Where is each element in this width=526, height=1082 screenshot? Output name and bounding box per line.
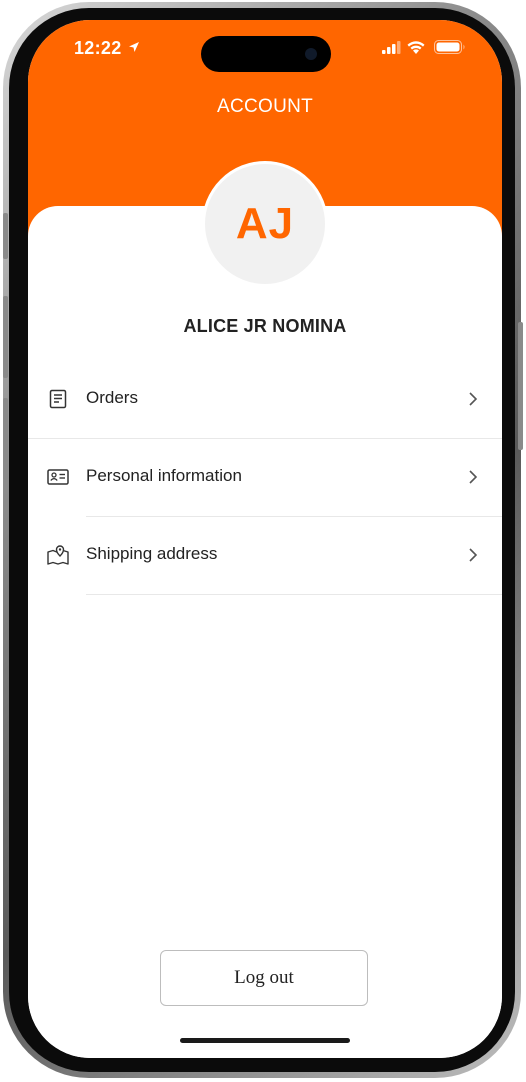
- menu-item-personal-information[interactable]: Personal information: [28, 439, 502, 517]
- menu-item-label: Orders: [86, 388, 138, 407]
- avatar[interactable]: AJ: [202, 161, 328, 287]
- home-indicator[interactable]: [180, 1038, 350, 1043]
- menu-item-label: Shipping address: [86, 544, 218, 563]
- volume-up-button: [3, 296, 8, 378]
- camera-icon: [305, 48, 317, 60]
- battery-icon: [434, 40, 465, 54]
- volume-down-button: [3, 398, 8, 480]
- status-bar: 12:22: [28, 20, 502, 80]
- map-pin-icon: [47, 545, 69, 565]
- divider: [86, 594, 502, 595]
- page-title: ACCOUNT: [216, 96, 314, 117]
- id-card-icon: [47, 469, 69, 485]
- menu-item-shipping-address[interactable]: Shipping address: [28, 517, 502, 595]
- dynamic-island: [201, 36, 331, 72]
- location-arrow-icon: [129, 42, 139, 52]
- menu-item-label: Personal information: [86, 466, 242, 485]
- receipt-icon: [49, 389, 67, 409]
- status-time: 12:22: [74, 38, 122, 58]
- chevron-right-icon: [469, 470, 478, 484]
- logout-button[interactable]: Log out: [160, 950, 368, 1006]
- cellular-signal-icon: [382, 41, 401, 54]
- mute-switch: [3, 213, 8, 259]
- chevron-right-icon: [469, 392, 478, 406]
- chevron-right-icon: [469, 548, 478, 562]
- wifi-icon: [407, 41, 425, 54]
- power-button: [518, 322, 523, 450]
- user-name: ALICE JR NOMINA: [183, 316, 347, 336]
- phone-screen: 12:22 ACCOUNT AJ ALICE JR NOMINA Orders …: [28, 20, 502, 1058]
- avatar-initials: AJ: [235, 199, 295, 248]
- menu-item-orders[interactable]: Orders: [28, 361, 502, 439]
